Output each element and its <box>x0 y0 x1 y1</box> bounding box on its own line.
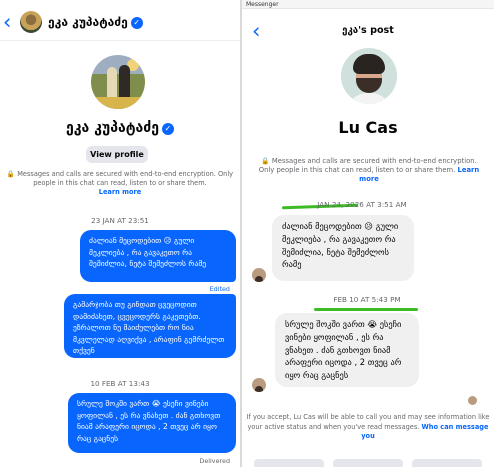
verified-badge-icon: ✓ <box>162 123 174 135</box>
timestamp: JAN 24, 2026 AT 3:51 AM <box>317 200 407 209</box>
highlight-underline <box>314 308 418 311</box>
edited-label: Edited <box>209 285 230 293</box>
learn-more-link[interactable]: Learn more <box>99 188 142 196</box>
encryption-text: Messages and calls are secured with end-… <box>258 157 477 175</box>
app-title: Messenger <box>246 1 279 8</box>
request-action-button[interactable] <box>412 459 482 467</box>
lock-icon: 🔒 <box>261 157 270 165</box>
header-name[interactable]: ეკა კუპატაძე <box>48 15 128 29</box>
header-avatar[interactable] <box>20 11 42 33</box>
request-action-button[interactable] <box>254 459 324 467</box>
profile-name-row: ეკა კუპატაძე ✓ <box>0 120 240 136</box>
encryption-notice: 🔒 Messages and calls are secured with en… <box>6 170 234 197</box>
incoming-message[interactable]: სრულე შოკში ვართ 😭 ესეჩი ვინები ყოფილან … <box>275 313 419 387</box>
profile-avatar[interactable] <box>91 55 145 109</box>
incoming-message[interactable]: ძალიან მეცოდებით 😥 გული მეკლიება , რა გა… <box>272 215 414 281</box>
outgoing-message[interactable]: ძალიან მეცოდებით 😥 გული მეკლიება , რა გა… <box>80 230 236 282</box>
verified-badge-icon: ✓ <box>130 17 143 29</box>
profile-name: ეკა კუპატაძე <box>65 120 159 136</box>
sender-avatar[interactable] <box>252 268 266 282</box>
back-arrow-icon[interactable]: ‹ <box>3 12 11 33</box>
view-profile-button[interactable]: View profile <box>86 146 148 163</box>
sender-avatar[interactable] <box>252 378 266 392</box>
chat-panel-left: ‹ ეკა კუპატაძე ✓ ეკა კუპატაძე ✓ View profi… <box>0 0 240 467</box>
timestamp: 10 FEB AT 13:43 <box>90 379 150 388</box>
app-titlebar: Messenger <box>242 0 494 9</box>
profile-avatar[interactable] <box>341 48 397 104</box>
encryption-text: Messages and calls are secured with end-… <box>17 170 234 187</box>
outgoing-message[interactable]: გამარჯობა თუ გინდათ ცვეცოდით დამიძახეთ, … <box>64 294 236 358</box>
message-request-notice: If you accept, Lu Cas will be able to ca… <box>242 413 494 442</box>
header-name-row[interactable]: ეკა კუპატაძე ✓ <box>48 15 143 29</box>
header-divider <box>0 40 240 41</box>
timestamp: 23 JAN AT 23:51 <box>91 216 149 225</box>
outgoing-message[interactable]: სრულე შოკში ვართ 😭 ესეჩი ვინები ყოფილან … <box>68 393 236 453</box>
profile-name[interactable]: Lu Cas <box>242 118 494 137</box>
seen-avatar <box>468 396 477 405</box>
chat-panel-right: Messenger ‹ ეკა's post Lu Cas 🔒 Messages… <box>242 0 494 467</box>
encryption-notice: 🔒 Messages and calls are secured with en… <box>258 157 480 185</box>
delivered-label: Delivered <box>199 457 230 465</box>
lock-icon: 🔒 <box>6 170 16 178</box>
request-action-button[interactable] <box>333 459 403 467</box>
page-title: ეკა's post <box>342 25 394 36</box>
timestamp: FEB 10 AT 5:43 PM <box>333 295 401 304</box>
chat-header: ‹ ეკა კუპატაძე ✓ <box>0 6 240 40</box>
